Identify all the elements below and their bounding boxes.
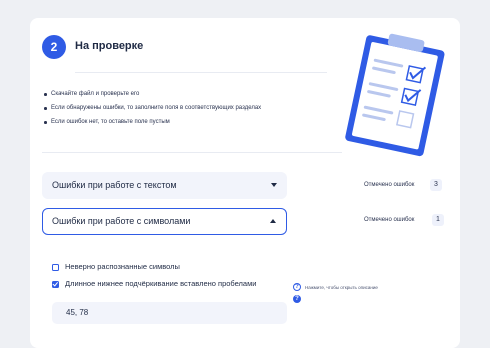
- instructions-list: Скачайте файл и проверьте его Если обнар…: [44, 91, 344, 133]
- question-icon[interactable]: ?: [293, 295, 301, 303]
- checkbox-checked[interactable]: [52, 280, 59, 288]
- errors-count-badge: 3: [430, 179, 442, 191]
- help-hint[interactable]: Нажмите, чтобы открыть описание: [305, 285, 378, 290]
- errors-count-label: Отмечено ошибок: [364, 217, 415, 223]
- instruction-item: Если обнаружены ошибки, то заполните пол…: [44, 105, 344, 112]
- section-symbol-errors-dropdown[interactable]: Ошибки при работе с символами: [42, 208, 287, 235]
- instruction-item: Если ошибок нет, то оставьте поле пустым: [44, 119, 344, 126]
- errors-count-label: Отмечено ошибок: [364, 182, 415, 188]
- checkbox-unchecked[interactable]: [52, 263, 59, 271]
- question-icon[interactable]: ?: [293, 283, 301, 291]
- chevron-down-icon: [271, 183, 277, 187]
- divider-top: [75, 72, 327, 73]
- section-text-errors-label: Ошибки при работе с текстом: [52, 180, 177, 190]
- option-long-underscore[interactable]: Длинное нижнее подчёркивание вставлено п…: [52, 279, 256, 288]
- symbol-positions-input[interactable]: 45, 78: [52, 302, 287, 324]
- errors-count-badge: 1: [432, 214, 444, 226]
- step-number-badge: 2: [42, 35, 66, 59]
- instruction-item: Скачайте файл и проверьте его: [44, 91, 344, 98]
- divider-bottom: [42, 152, 342, 153]
- step-title: На проверке: [75, 40, 144, 52]
- section-symbol-errors-label: Ошибки при работе с символами: [52, 216, 191, 226]
- option-label: Неверно распознанные символы: [65, 262, 180, 271]
- chevron-up-icon: [270, 219, 276, 223]
- section-text-errors-dropdown[interactable]: Ошибки при работе с текстом: [42, 172, 287, 199]
- option-unrecognized-symbols[interactable]: Неверно распознанные символы: [52, 262, 180, 271]
- clipboard-checklist-icon: [345, 33, 445, 157]
- option-label: Длинное нижнее подчёркивание вставлено п…: [65, 279, 257, 288]
